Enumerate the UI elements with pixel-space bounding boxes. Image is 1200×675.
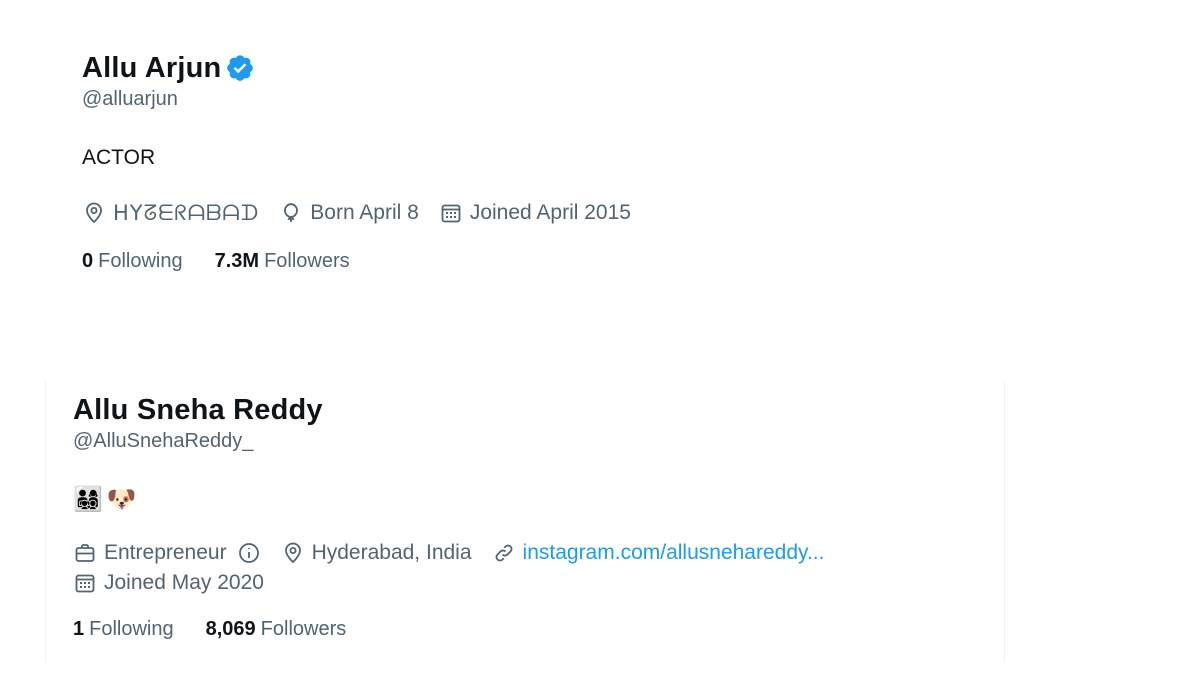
following-label: Following <box>98 250 183 272</box>
joined-item: Joined April 2015 <box>439 201 631 225</box>
profile-card-allu-arjun: Allu Arjun @alluarjun ACTOR ᕼYᘔᗴᖇᗩᗷᗩᗪ Bo… <box>82 50 982 273</box>
profile-meta: ᕼYᘔᗴᖇᗩᗷᗩᗪ Born April 8 Joined April 2015 <box>82 198 982 228</box>
profile-meta-row-2: Joined May 2020 <box>73 568 973 598</box>
followers-link[interactable]: 8,069 Followers <box>206 618 347 641</box>
display-name: Allu Arjun <box>82 51 222 84</box>
calendar-icon <box>75 574 95 593</box>
dog-face-emoji-icon: 🐶 <box>106 485 137 513</box>
location-item: ᕼYᘔᗴᖇᗩᗷᗩᗪ <box>82 201 259 226</box>
user-handle: @alluarjun <box>82 88 178 110</box>
bio: ACTOR <box>82 146 156 169</box>
birthday-item: Born April 8 <box>279 201 419 225</box>
profession-item: Entrepreneur <box>73 541 261 565</box>
user-handle: @AlluSnehaReddy_ <box>73 430 254 452</box>
bio-emojis: 👨‍👩‍👧‍👦 🐶 <box>73 485 137 514</box>
following-count: 1 <box>73 618 85 640</box>
followers-link[interactable]: 7.3M Followers <box>215 250 350 273</box>
followers-label: Followers <box>264 250 350 272</box>
map-pin-icon <box>284 542 301 564</box>
follow-stats: 1 Following 8,069 Followers <box>73 618 973 641</box>
name-row: Allu Arjun <box>82 50 982 86</box>
profile-meta: Entrepreneur Hyderabad, India instagram.… <box>73 538 973 568</box>
family-emoji-icon: 👨‍👩‍👧‍👦 <box>73 485 103 513</box>
joined-item: Joined May 2020 <box>73 571 264 595</box>
profile-card-inner: Allu Sneha Reddy @AlluSnehaReddy_ 👨‍👩‍👧‍… <box>73 392 973 641</box>
website-item[interactable]: instagram.com/allusnehareddy... <box>492 541 825 565</box>
profession-text: Entrepreneur <box>104 541 227 564</box>
display-name: Allu Sneha Reddy <box>73 393 323 426</box>
link-icon <box>495 544 512 562</box>
briefcase-icon <box>75 544 95 562</box>
location-text: Hyderabad, India <box>311 541 472 564</box>
following-link[interactable]: 1 Following <box>73 618 174 641</box>
bio: 👨‍👩‍👧‍👦 🐶 <box>73 482 973 516</box>
followers-label: Followers <box>260 618 347 640</box>
verified-badge-icon[interactable] <box>225 53 255 83</box>
info-icon[interactable] <box>237 541 261 565</box>
followers-count: 8,069 <box>205 618 256 640</box>
website-link[interactable]: instagram.com/allusnehareddy... <box>523 541 825 565</box>
location-item: Hyderabad, India <box>281 541 472 565</box>
map-pin-icon <box>86 202 102 224</box>
following-count: 0 <box>82 250 94 272</box>
following-label: Following <box>89 618 174 640</box>
follow-stats: 0 Following 7.3M Followers <box>82 250 982 273</box>
joined-text: Joined April 2015 <box>469 201 631 224</box>
balloon-icon <box>284 203 299 222</box>
location-text: ᕼYᘔᗴᖇᗩᗷᗩᗪ <box>113 200 260 225</box>
joined-text: Joined May 2020 <box>104 571 264 594</box>
calendar-icon <box>441 204 461 223</box>
followers-count: 7.3M <box>214 250 260 272</box>
profile-card-allu-sneha-reddy: Allu Sneha Reddy @AlluSnehaReddy_ 👨‍👩‍👧‍… <box>45 380 1005 662</box>
following-link[interactable]: 0 Following <box>82 250 183 273</box>
name-row: Allu Sneha Reddy <box>73 392 973 428</box>
birthday-text: Born April 8 <box>310 201 419 224</box>
